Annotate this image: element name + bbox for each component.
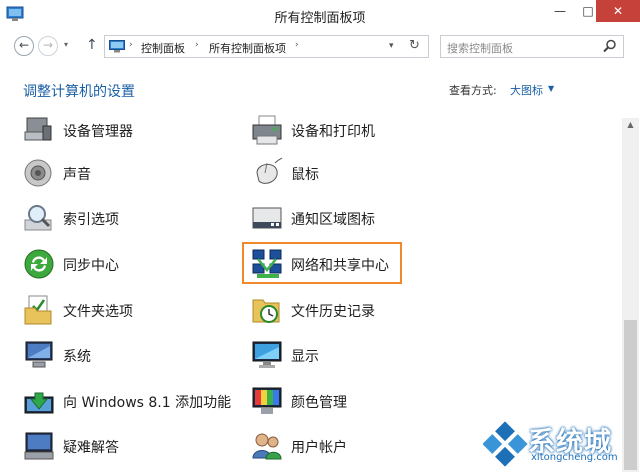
item-label: 颜色管理: [291, 395, 347, 411]
window-title: 所有控制面板项: [274, 11, 366, 26]
folder-check-icon: [24, 295, 52, 325]
recent-pages-dropdown[interactable]: ▾: [64, 40, 68, 49]
minimize-button[interactable]: —: [546, 0, 574, 22]
network-icon: [252, 249, 282, 278]
item-add-features[interactable]: 向 Windows 8.1 添加功能: [23, 385, 243, 425]
search-placeholder: 搜索控制面板: [447, 42, 513, 55]
item-system[interactable]: 系统: [23, 339, 243, 379]
item-label: 向 Windows 8.1 添加功能: [63, 395, 232, 411]
device-manager-icon: [24, 117, 52, 141]
color-management-icon: [252, 387, 282, 414]
item-user-accounts[interactable]: 用户帐户: [251, 430, 471, 470]
item-label: 通知区域图标: [291, 212, 375, 228]
computer-icon: [25, 341, 53, 368]
magnifier-icon: [24, 205, 52, 231]
item-folder-options[interactable]: 文件夹选项: [23, 294, 243, 334]
item-device-manager[interactable]: 设备管理器: [23, 114, 243, 154]
item-label: 文件历史记录: [291, 304, 375, 320]
item-sound[interactable]: 声音: [23, 157, 243, 197]
breadcrumb-separator[interactable]: ›: [195, 40, 199, 50]
speaker-icon: [24, 159, 52, 187]
item-indexing-options[interactable]: 索引选项: [23, 202, 243, 242]
item-label: 声音: [63, 167, 91, 183]
item-label: 设备和打印机: [291, 124, 375, 140]
item-label: 设备管理器: [63, 124, 133, 140]
item-label: 同步中心: [63, 258, 119, 274]
item-display[interactable]: 显示: [251, 339, 471, 379]
address-bar[interactable]: › 控制面板 › 所有控制面板项 › ▾ ↻: [104, 35, 429, 58]
item-label: 索引选项: [63, 212, 119, 228]
up-button[interactable]: ↑: [86, 37, 98, 53]
printer-icon: [252, 115, 282, 145]
item-network-and-sharing-center[interactable]: 网络和共享中心: [251, 248, 471, 288]
users-icon: [252, 433, 282, 460]
item-label: 文件夹选项: [63, 304, 133, 320]
item-label: 系统: [63, 349, 91, 365]
forward-button[interactable]: →: [38, 36, 58, 56]
breadcrumb-separator[interactable]: ›: [295, 40, 299, 50]
page-heading: 调整计算机的设置: [23, 84, 135, 100]
back-button[interactable]: ←: [14, 36, 34, 56]
breadcrumb-all-items[interactable]: 所有控制面板项: [209, 40, 286, 56]
address-dropdown[interactable]: ▾: [389, 41, 394, 51]
title-bar: 所有控制面板项 — □ ✕: [0, 0, 640, 30]
add-features-icon: [24, 392, 54, 414]
breadcrumb-separator[interactable]: ›: [129, 40, 133, 50]
item-file-history[interactable]: 文件历史记录: [251, 294, 471, 334]
monitor-icon: [252, 341, 282, 368]
troubleshooting-icon: [24, 432, 54, 460]
navigation-bar: ← → ▾ ↑ › 控制面板 › 所有控制面板项 › ▾ ↻ 搜索控制面板: [0, 30, 640, 60]
item-mouse[interactable]: 鼠标: [251, 157, 471, 197]
view-by-label: 查看方式:: [449, 84, 497, 97]
close-button[interactable]: ✕: [596, 0, 640, 22]
breadcrumb-control-panel[interactable]: 控制面板: [141, 40, 185, 56]
view-by-arrow-icon[interactable]: ▼: [548, 84, 554, 93]
sync-icon: [24, 249, 54, 279]
taskbar-icon: [252, 207, 282, 229]
item-color-management[interactable]: 颜色管理: [251, 385, 471, 425]
item-label: 疑难解答: [63, 440, 119, 456]
view-by-dropdown[interactable]: 大图标: [510, 82, 543, 98]
item-label: 显示: [291, 349, 319, 365]
scroll-up-arrow[interactable]: ▲: [622, 118, 639, 132]
file-history-icon: [252, 299, 280, 323]
item-label: 鼠标: [291, 167, 319, 183]
mouse-icon: [256, 157, 283, 184]
item-label: 网络和共享中心: [291, 258, 389, 274]
item-sync-center[interactable]: 同步中心: [23, 248, 243, 288]
watermark-url: xitongcheng.com: [531, 452, 618, 463]
search-icon[interactable]: [603, 39, 617, 53]
search-input[interactable]: 搜索控制面板: [440, 35, 624, 58]
item-notification-area-icons[interactable]: 通知区域图标: [251, 202, 471, 242]
item-troubleshooting[interactable]: 疑难解答: [23, 430, 243, 470]
item-devices-and-printers[interactable]: 设备和打印机: [251, 114, 471, 154]
control-panel-icon: [109, 40, 125, 53]
refresh-button[interactable]: ↻: [409, 38, 420, 53]
item-label: 用户帐户: [291, 440, 347, 456]
